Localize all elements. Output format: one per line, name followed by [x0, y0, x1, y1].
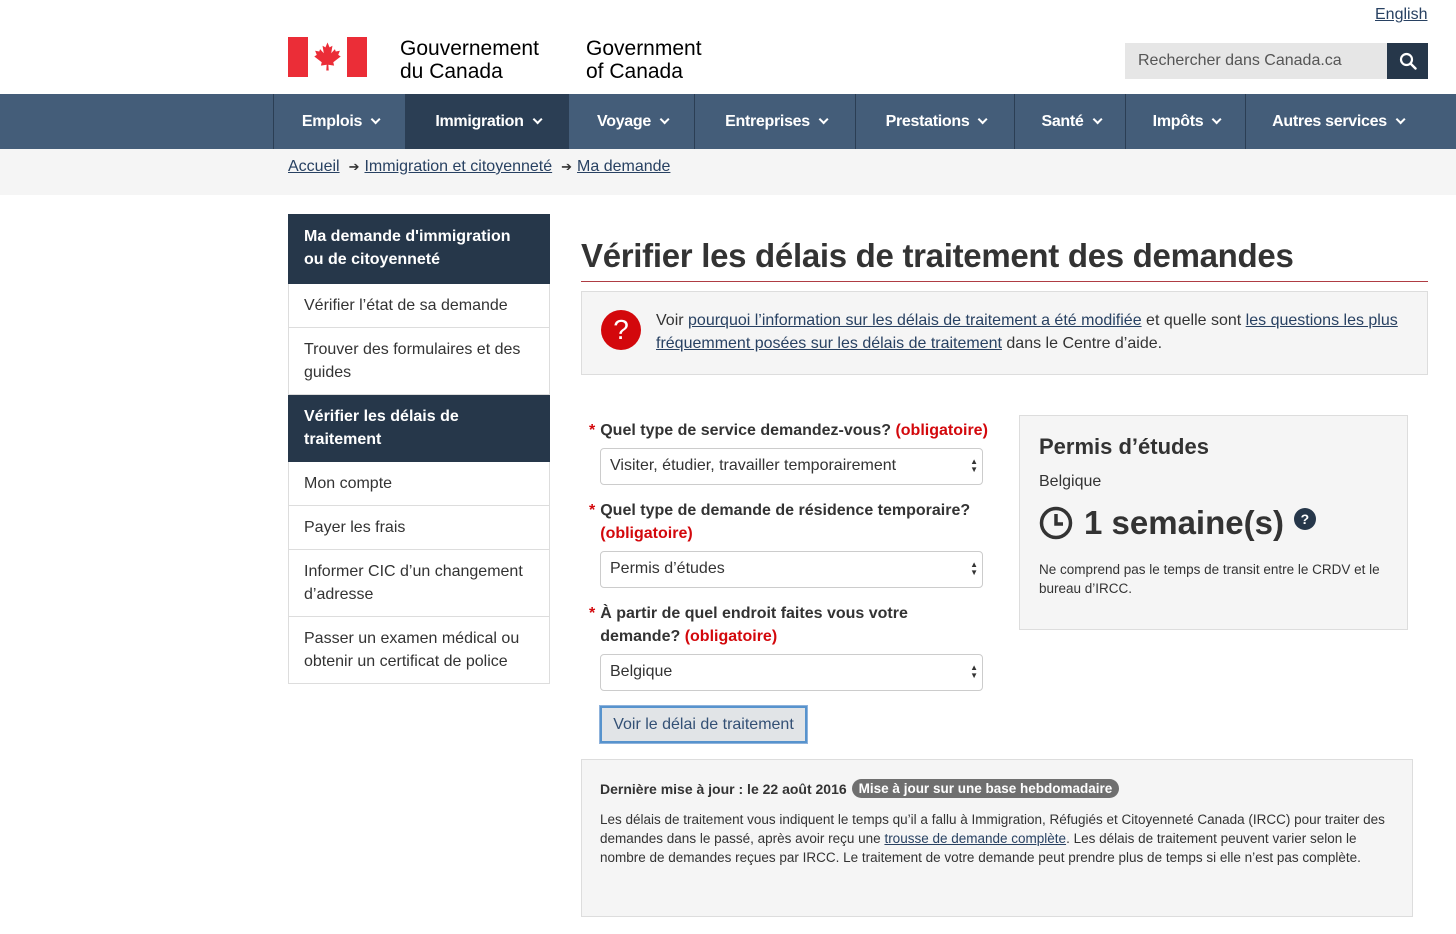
sidebar-item-payer-frais[interactable]: Payer les frais: [288, 506, 550, 550]
chevron-down-icon: [532, 114, 543, 125]
processing-time: 1 semaine(s) ?: [1039, 504, 1316, 542]
main-menu: Emplois Immigration Voyage Entreprises P…: [0, 94, 1456, 149]
government-signature[interactable]: Gouvernement du Canada Government of Can…: [288, 37, 702, 83]
question-icon: ?: [601, 310, 641, 350]
complete-package-link[interactable]: trousse de demande complète: [884, 831, 1066, 846]
submit-button[interactable]: Voir le délai de traitement: [600, 706, 807, 743]
info-alert: ? Voir pourquoi l’information sur les dé…: [581, 291, 1428, 375]
select-arrows-icon: ▲ ▼: [970, 560, 978, 577]
sidebar-item-mon-compte[interactable]: Mon compte: [288, 462, 550, 506]
section-menu: Ma demande d'immigration ou de citoyenne…: [288, 214, 550, 684]
menu-item-emplois[interactable]: Emplois: [273, 94, 405, 149]
sidebar-item-adresse[interactable]: Informer CIC d’un changement d’adresse: [288, 550, 550, 617]
select-arrows-icon: ▲ ▼: [970, 663, 978, 680]
search-button[interactable]: [1387, 43, 1428, 79]
location-select[interactable]: Belgique ▲ ▼: [600, 654, 983, 691]
result-title: Permis d’études: [1039, 434, 1209, 459]
location-label: * À partir de quel endroit faites vous vo…: [589, 605, 908, 645]
chevron-down-icon: [1211, 114, 1222, 125]
menu-item-autres-services[interactable]: Autres services: [1245, 94, 1428, 149]
alert-text: Voir pourquoi l’information sur les déla…: [656, 312, 1398, 352]
canada-flag-icon: [288, 37, 367, 77]
service-type-select[interactable]: Visiter, étudier, travailler temporairem…: [600, 448, 983, 485]
chevron-down-icon: [659, 114, 670, 125]
government-name-en: Government of Canada: [586, 37, 702, 83]
sidebar-item-etat-demande[interactable]: Vérifier l’état de sa demande: [288, 284, 550, 328]
arrow-right-icon: ➔: [561, 159, 573, 174]
update-info-panel: Dernière mise à jour : le 22 août 2016 M…: [581, 759, 1413, 917]
application-type-label: * Quel type de demande de résidence tempo…: [589, 502, 971, 542]
search-icon: [1399, 52, 1417, 70]
title-underline: [581, 281, 1428, 282]
chevron-down-icon: [818, 114, 829, 125]
last-updated: Dernière mise à jour : le 22 août 2016 M…: [600, 779, 1120, 798]
alert-link-why-changed[interactable]: pourquoi l’information sur les délais de…: [688, 312, 1142, 329]
sidebar-item-formulaires[interactable]: Trouver des formulaires et des guides: [288, 328, 550, 395]
sidebar-item-delais[interactable]: Vérifier les délais de traitement: [288, 395, 550, 462]
section-menu-heading[interactable]: Ma demande d'immigration ou de citoyenne…: [288, 214, 550, 284]
clock-icon: [1039, 506, 1073, 540]
breadcrumb: Accueil ➔ Immigration et citoyenneté ➔ Ma …: [0, 149, 1456, 195]
result-country: Belgique: [1039, 473, 1102, 490]
search-input[interactable]: [1125, 43, 1387, 79]
menu-item-prestations[interactable]: Prestations: [855, 94, 1014, 149]
result-note: Ne comprend pas le temps de transit entr…: [1039, 562, 1380, 596]
select-arrows-icon: ▲ ▼: [970, 457, 978, 474]
arrow-right-icon: ➔: [348, 159, 360, 174]
application-type-select[interactable]: Permis d’études ▲ ▼: [600, 551, 983, 588]
processing-time-result: Permis d’études Belgique 1 semaine(s) ? …: [1019, 415, 1408, 630]
page-title: Vérifier les délais de traitement des de…: [581, 237, 1294, 274]
language-toggle-link[interactable]: English: [1375, 6, 1427, 24]
update-description: Les délais de traitement vous indiquent …: [600, 812, 1385, 865]
menu-item-sante[interactable]: Santé: [1014, 94, 1125, 149]
breadcrumb-link-ma-demande[interactable]: Ma demande: [577, 158, 670, 176]
menu-item-immigration[interactable]: Immigration: [405, 94, 568, 149]
help-icon[interactable]: ?: [1293, 508, 1316, 530]
service-type-label: * Quel type de service demandez-vous? (ob…: [589, 422, 988, 439]
menu-item-entreprises[interactable]: Entreprises: [694, 94, 855, 149]
breadcrumb-link-accueil[interactable]: Accueil: [288, 158, 340, 176]
chevron-down-icon: [370, 114, 381, 125]
menu-item-voyage[interactable]: Voyage: [568, 94, 694, 149]
weekly-update-badge: Mise à jour sur une base hebdomadaire: [851, 779, 1120, 798]
site-search: [1125, 43, 1428, 79]
chevron-down-icon: [978, 114, 988, 125]
chevron-down-icon: [1395, 114, 1406, 125]
chevron-down-icon: [1092, 114, 1103, 125]
menu-item-impots[interactable]: Impôts: [1125, 94, 1245, 149]
breadcrumb-link-immigration[interactable]: Immigration et citoyenneté: [364, 158, 552, 176]
government-name-fr: Gouvernement du Canada: [400, 37, 539, 83]
sidebar-item-examen-medical[interactable]: Passer un examen médical ou obtenir un c…: [288, 617, 550, 684]
